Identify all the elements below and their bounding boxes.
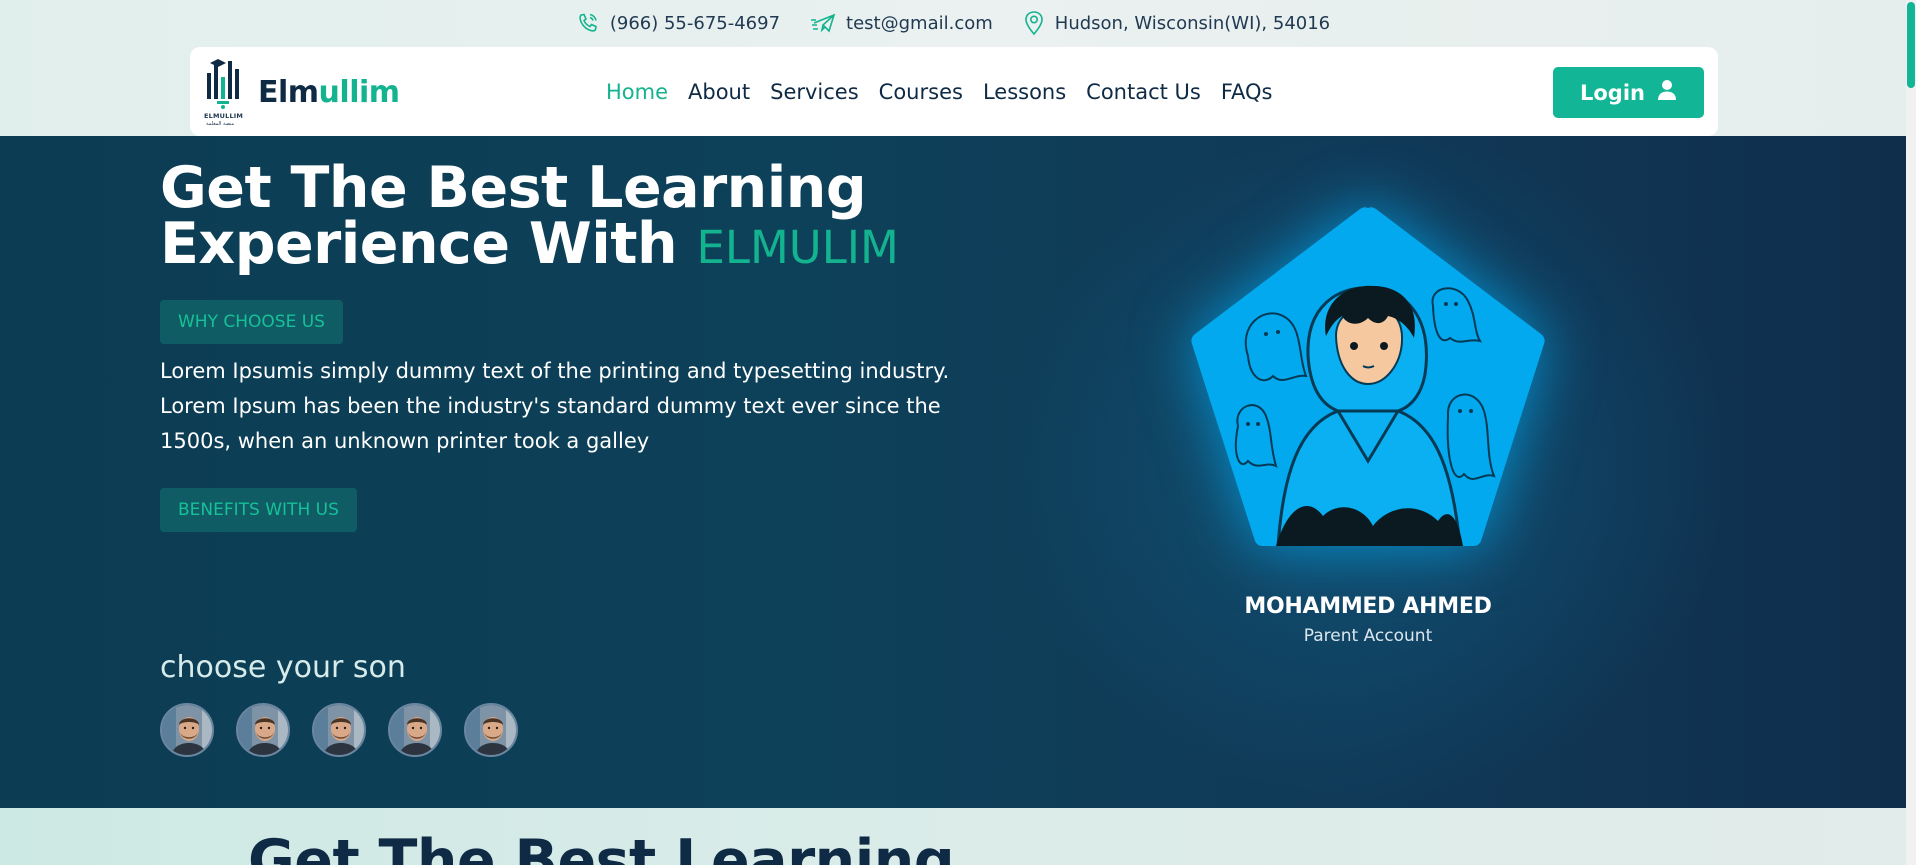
child-avatar-5[interactable] xyxy=(464,703,518,757)
contact-phone[interactable]: (966) 55-675-4697 xyxy=(576,11,780,35)
nav-link-about[interactable]: About xyxy=(688,80,750,104)
main-navbar: ELMULLIM منصة المعلمة Elmullim Home Abou… xyxy=(190,47,1718,136)
why-choose-us-button[interactable]: WHY CHOOSE US xyxy=(160,300,343,344)
hero-description: Lorem Ipsumis simply dummy text of the p… xyxy=(160,359,950,453)
child-avatar-3[interactable] xyxy=(312,703,366,757)
nav-link-lessons[interactable]: Lessons xyxy=(983,80,1066,104)
hero-title-line2: Experience With xyxy=(160,211,678,277)
nav-link-services[interactable]: Services xyxy=(770,80,859,104)
profile-role: Parent Account xyxy=(1303,626,1433,646)
nav-link-faqs[interactable]: FAQs xyxy=(1221,80,1273,104)
logo-mark-icon: ELMULLIM منصة المعلمة xyxy=(204,55,244,129)
next-section-title: Get The Best Learning xyxy=(248,828,955,865)
nav-link-contact[interactable]: Contact Us xyxy=(1086,80,1201,104)
login-label: Login xyxy=(1580,80,1645,105)
nav-links: Home About Services Courses Lessons Cont… xyxy=(606,47,1293,136)
email-address: test@gmail.com xyxy=(846,12,993,34)
next-section: Get The Best Learning xyxy=(0,808,1906,865)
benefits-button[interactable]: BENEFITS WITH US xyxy=(160,488,357,532)
nav-link-home[interactable]: Home xyxy=(606,80,668,104)
brand-part1: Elm xyxy=(258,74,319,110)
profile-avatar[interactable] xyxy=(1188,206,1548,546)
hero-title: Get The Best Learning Experience With EL… xyxy=(160,160,960,276)
email-send-icon xyxy=(810,12,836,34)
child-avatar-1[interactable] xyxy=(160,703,214,757)
address-text: Hudson, Wisconsin(WI), 54016 xyxy=(1054,12,1331,34)
page-scrollbar[interactable] xyxy=(1906,0,1916,865)
site-logo[interactable]: ELMULLIM منصة المعلمة Elmullim xyxy=(204,55,400,129)
location-pin-icon xyxy=(1023,10,1045,36)
contact-email[interactable]: test@gmail.com xyxy=(810,12,993,34)
choose-son-heading: choose your son xyxy=(160,650,406,685)
login-button[interactable]: Login xyxy=(1553,67,1704,118)
profile-name: MOHAMMED AHMED xyxy=(1244,594,1492,619)
logo-caption: ELMULLIM xyxy=(204,112,244,120)
child-avatar-2[interactable] xyxy=(236,703,290,757)
scrollbar-thumb[interactable] xyxy=(1907,2,1915,88)
children-avatars xyxy=(160,703,518,757)
hero-title-accent: ELMULIM xyxy=(696,221,899,274)
nav-link-courses[interactable]: Courses xyxy=(879,80,963,104)
brand-name: Elmullim xyxy=(258,75,400,110)
contact-bar: (966) 55-675-4697 test@gmail.com Hudson,… xyxy=(0,0,1906,46)
brand-part2: ullim xyxy=(318,74,400,110)
logo-subcaption: منصة المعلمة xyxy=(206,121,235,127)
hero-section: Get The Best Learning Experience With EL… xyxy=(0,136,1906,808)
phone-icon xyxy=(576,11,600,35)
child-avatar-4[interactable] xyxy=(388,703,442,757)
contact-address[interactable]: Hudson, Wisconsin(WI), 54016 xyxy=(1023,10,1330,36)
phone-number: (966) 55-675-4697 xyxy=(609,12,781,34)
user-icon xyxy=(1657,79,1677,106)
